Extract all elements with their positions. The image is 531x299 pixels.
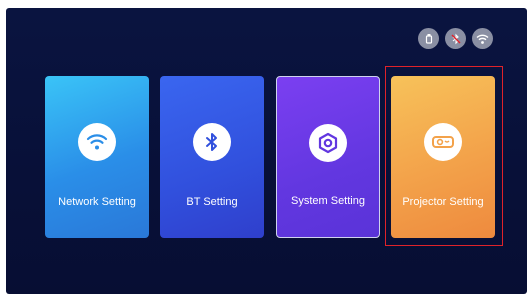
tv-screen: Network Setting BT Setting System Settin… <box>6 8 527 294</box>
wifi-icon <box>78 123 116 161</box>
wifi-icon <box>472 28 493 49</box>
bt-setting-label: BT Setting <box>186 196 238 208</box>
bluetooth-off-icon <box>445 28 466 49</box>
selection-highlight <box>385 66 503 246</box>
status-bar <box>418 28 493 49</box>
bt-setting-card[interactable]: BT Setting <box>160 76 264 238</box>
system-setting-label: System Setting <box>291 195 365 207</box>
system-setting-card[interactable]: System Setting <box>276 76 380 238</box>
bluetooth-icon <box>193 123 231 161</box>
usb-icon <box>418 28 439 49</box>
network-setting-label: Network Setting <box>58 196 136 208</box>
network-setting-card[interactable]: Network Setting <box>45 76 149 238</box>
hexagon-gear-icon <box>309 124 347 162</box>
